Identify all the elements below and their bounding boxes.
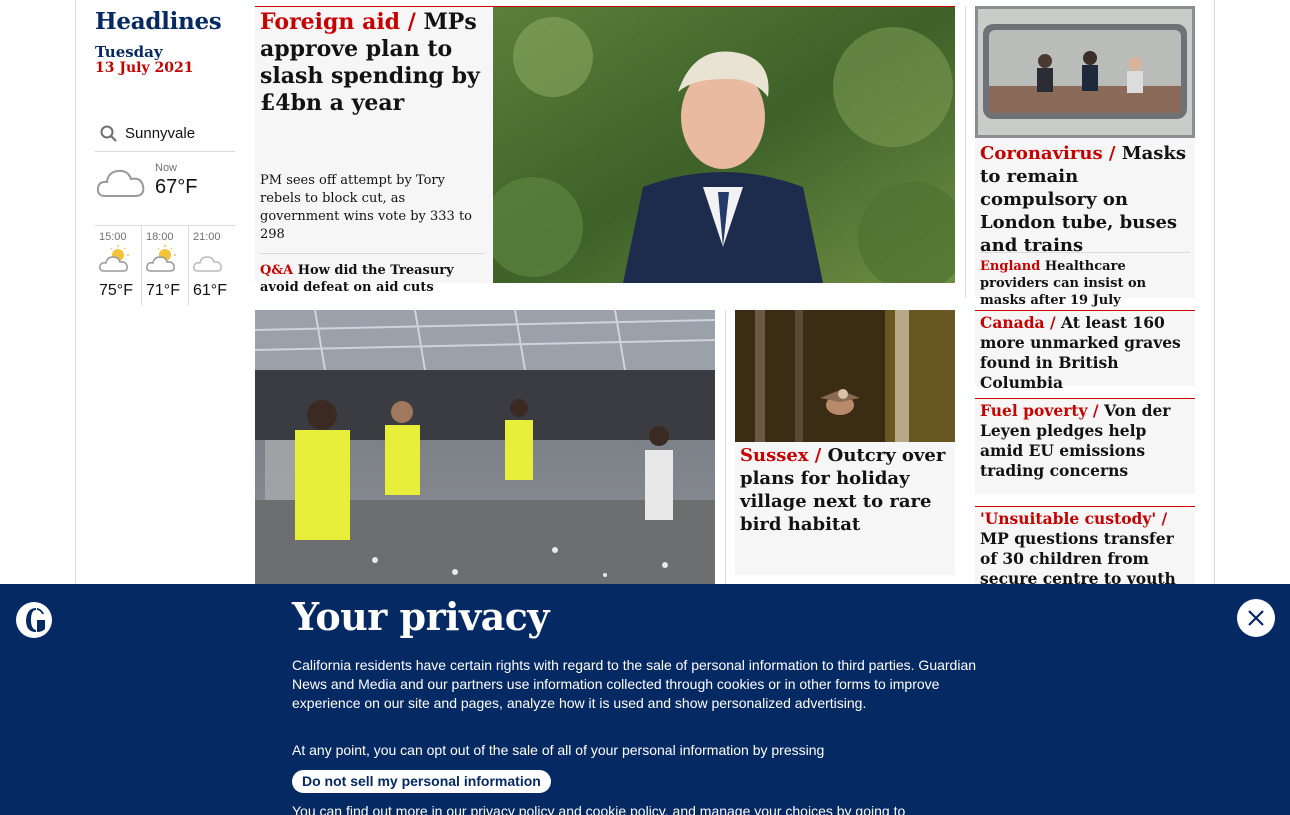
sussex-story-kicker: Sussex / bbox=[740, 445, 822, 466]
weather-location: Sunnyvale bbox=[125, 125, 196, 142]
weather-forecast: 15:00 75°F 18:00 71°F 21:00 61°F bbox=[95, 225, 235, 305]
forecast-time: 15:00 bbox=[99, 231, 127, 243]
stadium-story-card[interactable] bbox=[255, 310, 715, 585]
small-story-card[interactable]: Fuel poverty / Von der Leyen pledges hel… bbox=[975, 398, 1195, 494]
privacy-banner-title: Your privacy bbox=[292, 594, 550, 639]
column-divider bbox=[965, 6, 966, 298]
weather-location-search[interactable]: Sunnyvale bbox=[95, 116, 235, 152]
partly-sunny-icon bbox=[146, 245, 176, 272]
coronavirus-story-sublink[interactable]: England Healthcare providers can insist … bbox=[980, 252, 1190, 309]
small-story-kicker: Canada / bbox=[980, 313, 1056, 332]
coronavirus-story-kicker: Coronavirus / bbox=[980, 143, 1116, 164]
small-story-kicker: Fuel poverty / bbox=[980, 401, 1099, 420]
privacy-paragraph: California residents have certain rights… bbox=[292, 657, 977, 711]
privacy-paragraph: At any point, you can opt out of the sal… bbox=[292, 742, 825, 758]
date-full: 13 July 2021 bbox=[95, 60, 194, 76]
section-heading: Headlines bbox=[95, 8, 222, 35]
forecast-temp: 71°F bbox=[146, 282, 180, 299]
cloud-icon bbox=[96, 169, 145, 197]
small-story-card[interactable]: 'Unsuitable custody' / MP questions tran… bbox=[975, 506, 1195, 608]
weather-now: Now 67°F bbox=[95, 160, 235, 220]
search-icon bbox=[100, 125, 117, 142]
forecast-slot: 21:00 61°F bbox=[188, 226, 235, 305]
weather-now-temp: 67°F bbox=[155, 176, 198, 198]
privacy-paragraph: You can find out more in our privacy pol… bbox=[292, 803, 906, 815]
forecast-time: 21:00 bbox=[193, 231, 221, 243]
lead-story-standfirst: PM sees off attempt by Tory rebels to bl… bbox=[260, 173, 472, 242]
stadium-story-photo[interactable] bbox=[255, 310, 715, 585]
forecast-slot: 15:00 75°F bbox=[95, 226, 141, 305]
sussex-story-photo[interactable] bbox=[735, 310, 955, 442]
small-story-kicker: 'Unsuitable custody' / bbox=[980, 509, 1168, 528]
coronavirus-story-headline[interactable]: Coronavirus / Masks to remain compulsory… bbox=[980, 142, 1190, 257]
guardian-logo-icon bbox=[16, 602, 52, 638]
weather-now-label: Now bbox=[155, 162, 178, 174]
date-day: Tuesday bbox=[95, 43, 163, 61]
coronavirus-story-photo[interactable] bbox=[975, 6, 1195, 138]
sussex-story-headline[interactable]: Sussex / Outcry over plans for holiday v… bbox=[740, 444, 955, 536]
forecast-time: 18:00 bbox=[146, 231, 174, 243]
forecast-temp: 61°F bbox=[193, 282, 227, 299]
do-not-sell-button[interactable]: Do not sell my personal information bbox=[292, 770, 551, 793]
close-icon bbox=[1248, 610, 1264, 626]
lead-story-kicker: Foreign aid / bbox=[260, 9, 416, 35]
sussex-story-card[interactable]: Sussex / Outcry over plans for holiday v… bbox=[735, 310, 955, 575]
sublink-kicker: England bbox=[980, 259, 1041, 274]
small-story-card[interactable]: Canada / At least 160 more unmarked grav… bbox=[975, 310, 1195, 392]
cloudy-night-icon bbox=[193, 256, 222, 272]
lead-story-card[interactable]: Foreign aid / MPs approve plan to slash … bbox=[255, 6, 955, 295]
lead-story-photo[interactable] bbox=[493, 7, 955, 283]
small-story-headline[interactable]: Fuel poverty / Von der Leyen pledges hel… bbox=[980, 401, 1190, 481]
sublink-kicker: Q&A bbox=[260, 263, 294, 278]
coronavirus-story-card[interactable]: Coronavirus / Masks to remain compulsory… bbox=[975, 6, 1195, 308]
lead-story-sublink[interactable]: Q&A How did the Treasury avoid defeat on… bbox=[260, 253, 485, 296]
column-divider bbox=[725, 310, 726, 585]
close-button[interactable] bbox=[1237, 599, 1275, 637]
privacy-banner: Your privacy California residents have c… bbox=[0, 584, 1290, 815]
forecast-temp: 75°F bbox=[99, 282, 133, 299]
small-story-headline[interactable]: Canada / At least 160 more unmarked grav… bbox=[980, 313, 1190, 393]
partly-sunny-icon bbox=[99, 245, 129, 272]
lead-story-headline[interactable]: Foreign aid / MPs approve plan to slash … bbox=[260, 9, 485, 117]
forecast-slot: 18:00 71°F bbox=[141, 226, 188, 305]
